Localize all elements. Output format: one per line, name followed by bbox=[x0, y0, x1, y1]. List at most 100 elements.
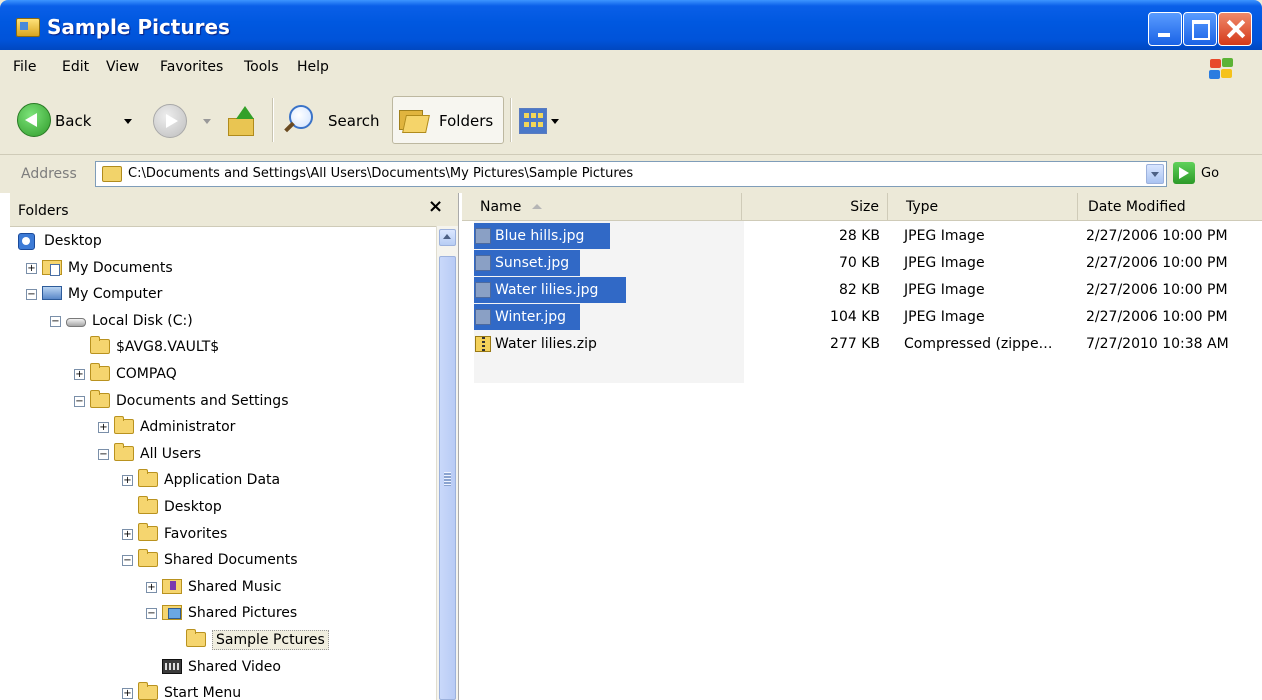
tree-scrollbar[interactable] bbox=[436, 226, 458, 700]
menu-help[interactable]: Help bbox=[297, 59, 329, 75]
views-icon[interactable] bbox=[519, 108, 547, 134]
expand-icon[interactable]: + bbox=[98, 422, 109, 434]
menu-favorites[interactable]: Favorites bbox=[160, 59, 223, 75]
expand-icon[interactable]: + bbox=[146, 581, 157, 593]
file-type: JPEG Image bbox=[904, 228, 985, 244]
minimize-button[interactable] bbox=[1148, 12, 1182, 46]
tree-item[interactable]: Sample Pctures bbox=[10, 629, 430, 653]
folders-button[interactable]: Folders bbox=[392, 96, 504, 144]
file-date-modified: 2/27/2006 10:00 PM bbox=[1086, 282, 1228, 298]
folder-tree: Desktop + My Documents − My Computer − Local D… bbox=[10, 226, 430, 700]
file-type: JPEG Image bbox=[904, 282, 985, 298]
column-header-name[interactable]: Name bbox=[462, 193, 742, 220]
sort-ascending-icon bbox=[532, 204, 542, 209]
file-type: JPEG Image bbox=[904, 309, 985, 325]
pictures-folder-icon bbox=[16, 18, 40, 37]
expand-icon[interactable]: + bbox=[26, 262, 37, 274]
tree-item[interactable]: − Shared Documents bbox=[10, 549, 430, 573]
tree-item-label: Desktop bbox=[164, 499, 222, 515]
collapse-icon[interactable]: − bbox=[146, 608, 157, 620]
go-button-label[interactable]: Go bbox=[1201, 166, 1219, 181]
views-dropdown[interactable] bbox=[551, 119, 559, 124]
tree-item[interactable]: + COMPAQ bbox=[10, 363, 430, 387]
jpeg-file-icon bbox=[475, 255, 491, 271]
folder-icon bbox=[102, 166, 122, 182]
address-label: Address bbox=[21, 166, 77, 182]
tree-item[interactable]: $AVG8.VAULT$ bbox=[10, 336, 430, 360]
expand-icon[interactable]: + bbox=[74, 369, 85, 380]
menu-edit[interactable]: Edit bbox=[62, 59, 89, 75]
menu-tools[interactable]: Tools bbox=[244, 59, 279, 75]
tree-item[interactable]: + Start Menu bbox=[10, 682, 430, 700]
file-name[interactable]: Water lilies.jpg bbox=[495, 282, 598, 298]
file-name[interactable]: Winter.jpg bbox=[495, 309, 566, 325]
column-header-date-modified[interactable]: Date Modified bbox=[1078, 193, 1262, 220]
file-list: Name Size Type Date Modified Blue hills.… bbox=[462, 193, 1262, 700]
tree-item[interactable]: − Shared Pictures bbox=[10, 602, 430, 626]
go-arrow-icon[interactable] bbox=[1173, 162, 1195, 184]
up-folder-icon[interactable] bbox=[228, 106, 256, 136]
maximize-button[interactable] bbox=[1183, 12, 1217, 46]
tree-item[interactable]: + My Documents bbox=[10, 257, 430, 281]
collapse-icon[interactable]: − bbox=[122, 555, 133, 567]
menu-view[interactable]: View bbox=[106, 59, 139, 75]
tree-item[interactable]: − Local Disk (C:) bbox=[10, 310, 430, 334]
tree-item-label: My Documents bbox=[68, 259, 173, 276]
my-computer-icon bbox=[42, 286, 62, 301]
scroll-thumb[interactable] bbox=[439, 256, 456, 700]
close-button[interactable] bbox=[1218, 12, 1252, 46]
shared-music-icon bbox=[162, 578, 182, 594]
address-dropdown-button[interactable] bbox=[1146, 164, 1164, 184]
expand-icon[interactable]: + bbox=[122, 475, 133, 487]
tree-item[interactable]: + Administrator bbox=[10, 416, 430, 440]
file-row[interactable]: Winter.jpg 104 KB JPEG Image 2/27/2006 10:0… bbox=[462, 304, 1262, 331]
folder-icon bbox=[90, 363, 110, 381]
tree-item[interactable]: − My Computer bbox=[10, 283, 430, 307]
collapse-icon[interactable]: − bbox=[50, 315, 61, 327]
back-history-dropdown[interactable] bbox=[124, 119, 132, 124]
back-arrow-icon[interactable] bbox=[17, 103, 51, 137]
collapse-icon[interactable]: − bbox=[74, 395, 85, 407]
collapse-icon[interactable]: − bbox=[98, 448, 109, 460]
search-button-label[interactable]: Search bbox=[328, 112, 380, 130]
file-row[interactable]: Water lilies.jpg 82 KB JPEG Image 2/27/2006… bbox=[462, 277, 1262, 304]
tree-item[interactable]: Desktop bbox=[10, 230, 430, 254]
column-header-size[interactable]: Size bbox=[742, 193, 888, 220]
window-title: Sample Pictures bbox=[47, 15, 230, 39]
tree-item[interactable]: + Favorites bbox=[10, 522, 430, 547]
tree-item[interactable]: Desktop bbox=[10, 496, 430, 520]
tree-item[interactable]: + Shared Music bbox=[10, 576, 430, 600]
title-bar[interactable]: Sample Pictures bbox=[0, 0, 1262, 50]
expand-icon[interactable]: + bbox=[122, 688, 133, 700]
menu-file[interactable]: File bbox=[13, 59, 36, 75]
file-name[interactable]: Water lilies.zip bbox=[495, 336, 597, 352]
expand-icon[interactable]: + bbox=[122, 528, 133, 540]
file-type: JPEG Image bbox=[904, 255, 985, 271]
forward-history-dropdown[interactable] bbox=[203, 119, 211, 124]
file-name[interactable]: Blue hills.jpg bbox=[495, 228, 584, 244]
file-size: 82 KB bbox=[838, 282, 880, 298]
search-icon[interactable] bbox=[283, 105, 313, 135]
file-row[interactable]: Blue hills.jpg 28 KB JPEG Image 2/27/2006 1… bbox=[462, 223, 1262, 250]
tree-item[interactable]: Shared Video bbox=[10, 656, 430, 680]
menu-bar: File Edit View Favorites Tools Help bbox=[0, 50, 1262, 85]
shared-pictures-icon bbox=[162, 605, 182, 621]
file-date-modified: 2/27/2006 10:00 PM bbox=[1086, 228, 1228, 244]
zip-file-icon bbox=[475, 336, 491, 352]
forward-arrow-icon[interactable] bbox=[153, 104, 187, 138]
file-row[interactable]: Sunset.jpg 70 KB JPEG Image 2/27/2006 10:00… bbox=[462, 250, 1262, 277]
close-pane-icon[interactable]: × bbox=[428, 196, 443, 217]
collapse-icon[interactable]: − bbox=[26, 289, 37, 301]
tree-item-label: Sample Pctures bbox=[212, 630, 329, 650]
scroll-up-button[interactable] bbox=[439, 229, 456, 246]
tree-item[interactable]: − All Users bbox=[10, 442, 430, 467]
back-button-label[interactable]: Back bbox=[55, 112, 91, 130]
tree-item[interactable]: + Application Data bbox=[10, 469, 430, 493]
folders-icon bbox=[399, 110, 430, 133]
file-row[interactable]: Water lilies.zip 277 KB Compressed (zippe…… bbox=[462, 331, 1262, 358]
address-path[interactable]: C:\Documents and Settings\All Users\Docu… bbox=[128, 166, 633, 181]
column-header-type[interactable]: Type bbox=[888, 193, 1078, 220]
tree-item[interactable]: − Documents and Settings bbox=[10, 389, 430, 414]
address-field[interactable]: C:\Documents and Settings\All Users\Docu… bbox=[95, 161, 1167, 187]
file-name[interactable]: Sunset.jpg bbox=[495, 255, 569, 271]
